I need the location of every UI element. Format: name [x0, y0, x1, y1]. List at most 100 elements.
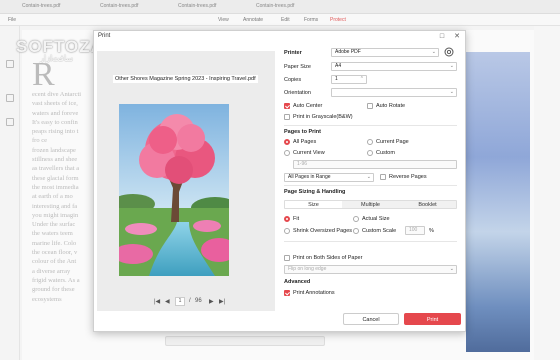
shrink-label: Shrink Oversized Pages	[293, 228, 352, 234]
cancel-button[interactable]: Cancel	[343, 313, 399, 325]
total-pages: 96	[195, 298, 202, 304]
first-page-button[interactable]: |◀	[154, 298, 160, 305]
flip-select[interactable]: Flip on long edge ⌄	[284, 265, 457, 274]
next-page-button[interactable]: ▶	[209, 298, 214, 305]
maximize-icon[interactable]: □	[437, 32, 447, 41]
custom-radio[interactable]	[367, 150, 373, 156]
document-photo	[466, 52, 530, 352]
tab[interactable]: Contain-trees.pdf	[178, 3, 216, 12]
doc-line: frozen landscape	[32, 146, 76, 154]
orientation-label: Orientation	[284, 90, 311, 96]
chevron-down-icon: ⌄	[431, 49, 436, 55]
current-page-radio[interactable]	[367, 139, 373, 145]
doc-line: these glacial form	[32, 174, 79, 182]
auto-center-label: Auto Center	[293, 103, 323, 109]
grayscale-label: Print in Grayscale(B&W)	[293, 114, 353, 120]
paper-size-label: Paper Size	[284, 64, 311, 70]
custom-scale-radio[interactable]	[353, 228, 359, 234]
sidebar-icon[interactable]	[6, 94, 14, 102]
scale-value: 100	[409, 227, 418, 233]
reverse-pages-checkbox[interactable]	[380, 174, 386, 180]
grayscale-checkbox[interactable]	[284, 114, 290, 120]
menu-file[interactable]: File	[8, 17, 16, 23]
tab-multiple[interactable]: Multiple	[342, 202, 399, 208]
actual-size-label: Actual Size	[362, 216, 390, 222]
print-button[interactable]: Print	[404, 313, 461, 325]
pages-section-title: Pages to Print	[284, 129, 321, 135]
bottom-toolbar[interactable]	[165, 336, 325, 346]
preview-pager: |◀ ◀ 1 / 96 ▶ ▶|	[154, 297, 234, 307]
print-preview: Other Shores Magazine Spring 2023 - Insp…	[97, 51, 275, 311]
tab-bar: Contain-trees.pdf Contain-trees.pdf Cont…	[0, 0, 560, 14]
scale-input[interactable]: 100	[405, 226, 425, 235]
menu-protect[interactable]: Protect	[330, 17, 346, 23]
scale-unit: %	[429, 228, 434, 234]
orientation-select[interactable]: ⌄	[331, 88, 457, 97]
both-sides-label: Print on Both Sides of Paper	[293, 255, 363, 261]
current-view-label: Current View	[293, 150, 325, 156]
flip-value: Flip on long edge	[288, 266, 327, 272]
doc-line: colour of the Ant	[32, 258, 77, 266]
doc-line: the most immedia	[32, 183, 79, 191]
print-annotations-checkbox[interactable]	[284, 290, 290, 296]
menu-view[interactable]: View	[218, 17, 229, 23]
auto-rotate-checkbox[interactable]	[367, 103, 373, 109]
sidebar-icon[interactable]	[6, 60, 14, 68]
sidebar-icon[interactable]	[6, 118, 14, 126]
menu-forms[interactable]: Forms	[304, 17, 318, 23]
fit-label: Fit	[293, 216, 300, 222]
doc-line: marine life. Colo	[32, 239, 77, 247]
range-subset-select[interactable]: All Pages in Range ⌄	[284, 173, 374, 182]
chevron-down-icon: ⌄	[449, 89, 454, 95]
doc-line: a diverse array	[32, 267, 71, 275]
current-page-label: Current Page	[376, 139, 409, 145]
stepper-icon[interactable]: ⌃	[360, 76, 364, 83]
doc-line: frigid waters. As a	[32, 276, 80, 284]
doc-line: at earth of a mo	[32, 193, 73, 201]
chevron-down-icon: ⌄	[449, 266, 454, 272]
menu-annotate[interactable]: Annotate	[243, 17, 263, 23]
auto-center-checkbox[interactable]	[284, 103, 290, 109]
tab[interactable]: Contain-trees.pdf	[100, 3, 138, 12]
paper-size-select[interactable]: A4 ⌄	[331, 62, 457, 71]
close-icon[interactable]: ✕	[452, 32, 462, 41]
doc-line: ecent dive Antarcti	[32, 91, 82, 98]
last-page-button[interactable]: ▶|	[219, 298, 225, 305]
doc-line: stillness and shee	[32, 156, 78, 164]
gear-icon[interactable]	[443, 46, 455, 58]
tab-booklet[interactable]: Booklet	[399, 202, 456, 208]
doc-line: peaps rising into t	[32, 128, 79, 136]
main-toolbar: File View Annotate Edit Forms Protect	[0, 14, 560, 26]
actual-size-radio[interactable]	[353, 216, 359, 222]
doc-line: ecosystems	[32, 295, 62, 303]
tab[interactable]: Contain-trees.pdf	[256, 3, 294, 12]
auto-rotate-label: Auto Rotate	[376, 103, 406, 109]
doc-line: as travellers that a	[32, 165, 80, 173]
custom-range-input[interactable]: 1-96	[293, 160, 457, 169]
printer-select[interactable]: Adobe PDF ⌄	[331, 48, 439, 57]
printer-label: Printer	[284, 50, 302, 56]
left-sidebar	[0, 26, 20, 360]
preview-page-image	[119, 104, 229, 276]
page-separator: /	[189, 298, 191, 304]
preview-filename: Other Shores Magazine Spring 2023 - Insp…	[113, 75, 258, 83]
both-sides-checkbox[interactable]	[284, 255, 290, 261]
all-pages-radio[interactable]	[284, 139, 290, 145]
tab[interactable]: Contain-trees.pdf	[22, 3, 60, 12]
document-text: R ecent dive Antarcti vast sheets of ice…	[32, 58, 102, 304]
doc-line: interesting and fa	[32, 202, 78, 210]
right-panel	[534, 26, 560, 360]
current-view-radio[interactable]	[284, 150, 290, 156]
menu-edit[interactable]: Edit	[281, 17, 290, 23]
page-number-input[interactable]: 1	[175, 297, 185, 306]
copies-label: Copies	[284, 77, 302, 83]
prev-page-button[interactable]: ◀	[165, 298, 170, 305]
fit-radio[interactable]	[284, 216, 290, 222]
doc-line: It's easy to confin	[32, 118, 78, 126]
tab-size[interactable]: Size	[285, 201, 342, 208]
doc-line: the waters teem	[32, 230, 73, 238]
doc-line: fro ce	[32, 137, 47, 145]
print-annotations-label: Print Annotations	[293, 290, 335, 296]
shrink-radio[interactable]	[284, 228, 290, 234]
copies-stepper[interactable]: 1 ⌃	[331, 75, 367, 84]
